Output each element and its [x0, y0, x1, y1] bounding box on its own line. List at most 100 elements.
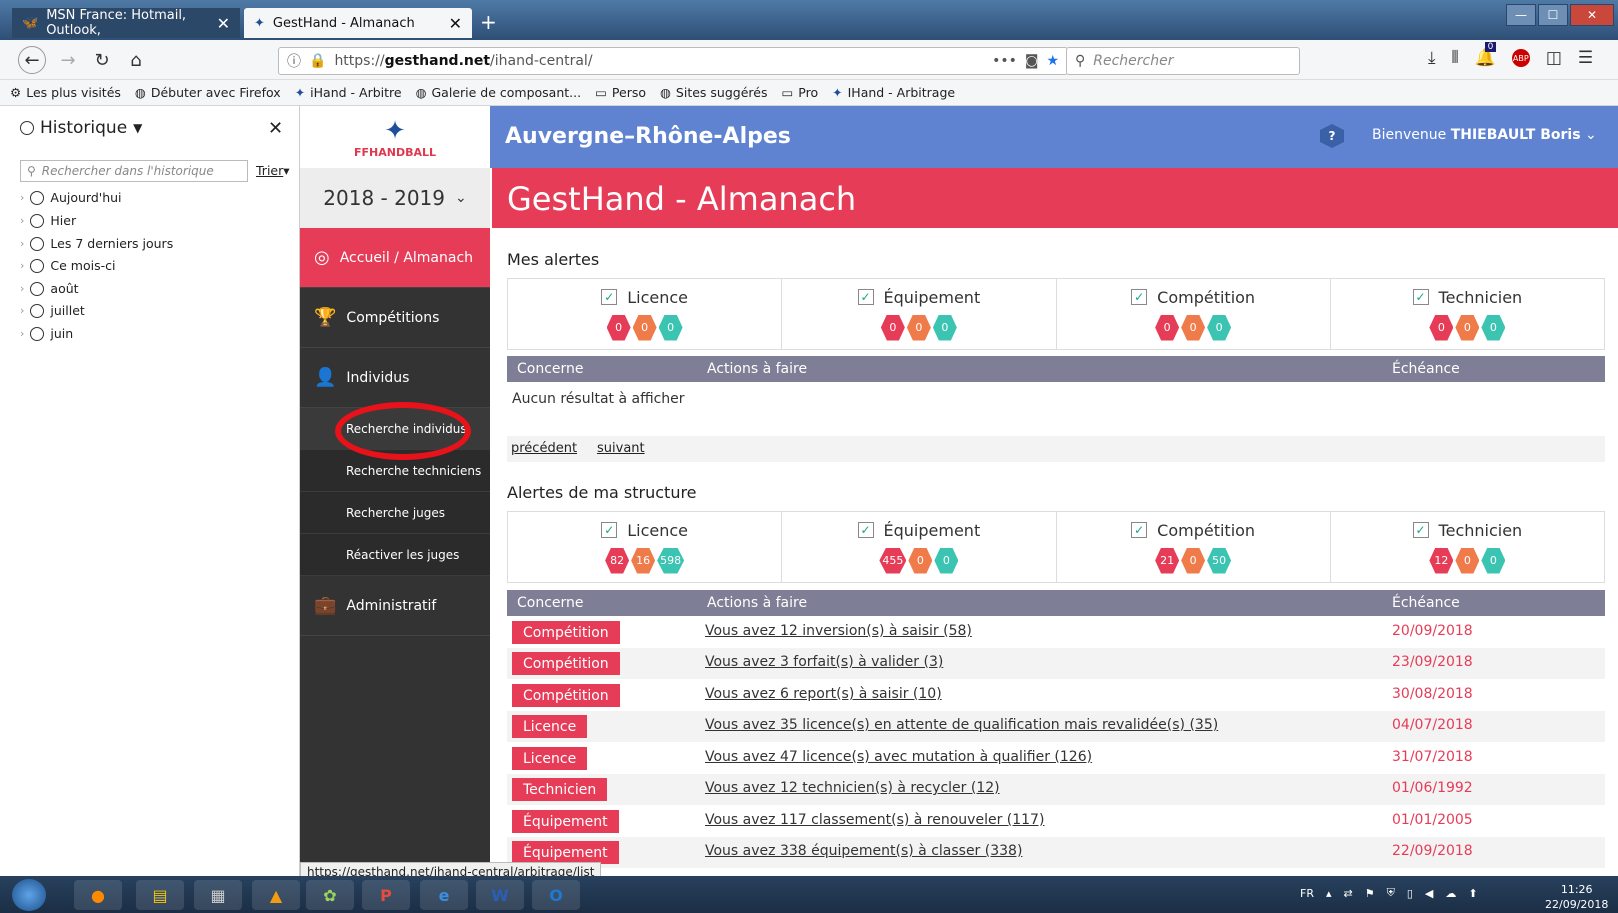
alert-cell-equipement[interactable]: ✓ Équipement 455 0 0 [782, 512, 1057, 582]
vlc-taskbar-icon[interactable]: ▲ [252, 880, 300, 910]
bookmark-suggested-sites[interactable]: ◍ Sites suggérés [660, 85, 767, 100]
next-link[interactable]: suivant [597, 441, 645, 456]
network-icon[interactable]: ⇄ [1344, 887, 1353, 900]
history-search-input[interactable]: ⚲ Rechercher dans l'historique [20, 160, 248, 182]
checkbox-icon[interactable]: ✓ [601, 289, 618, 305]
history-item[interactable]: › Les 7 derniers jours [20, 236, 173, 251]
url-bar[interactable]: ⓘ 🔒 https://gesthand.net/ihand-central/ … [278, 47, 1068, 75]
system-clock[interactable]: 11:26 22/09/2018 [1545, 882, 1608, 912]
alert-cell-competition[interactable]: ✓ Compétition 000 [1057, 279, 1331, 349]
alert-cell-technicien[interactable]: ✓ Technicien 12 0 0 [1331, 512, 1604, 582]
ffhandball-logo[interactable]: ✦ FFHANDBALL [300, 106, 490, 168]
volume-icon[interactable]: ◀ [1425, 887, 1433, 900]
outlook-taskbar-icon[interactable]: O [532, 880, 580, 910]
action-link[interactable]: Vous avez 35 licence(s) en attente de qu… [705, 717, 1218, 733]
home-icon[interactable]: ⌂ [122, 46, 150, 74]
nav-home[interactable]: ◎ Accueil / Almanach [300, 228, 490, 288]
checkbox-icon[interactable]: ✓ [1412, 522, 1429, 538]
action-link[interactable]: Vous avez 47 licence(s) avec mutation à … [705, 749, 1092, 765]
user-menu[interactable]: Bienvenue THIEBAULT Boris ⌄ [1372, 127, 1597, 143]
explorer-taskbar-icon[interactable]: ▤ [136, 880, 184, 910]
tab-msn[interactable]: 🦋 MSN France: Hotmail, Outlook, ✕ [12, 8, 240, 38]
bookmark-most-visited[interactable]: ⚙ Les plus visités [10, 85, 121, 100]
checkbox-icon[interactable]: ✓ [857, 289, 874, 305]
sidebar-toggle-icon[interactable]: ◫ [1546, 48, 1562, 68]
gear-icon: ⚙ [10, 85, 22, 100]
page-actions-icon[interactable]: ••• [992, 53, 1017, 69]
count-teal: 0 [932, 314, 957, 341]
new-tab-icon[interactable]: + [480, 10, 497, 34]
nav-competitions[interactable]: 🏆 Compétitions [300, 288, 490, 348]
season-selector[interactable]: 2018 - 2019 ⌄ [300, 168, 490, 228]
close-window-icon[interactable]: ✕ [1570, 4, 1614, 26]
action-link[interactable]: Vous avez 6 report(s) à saisir (10) [705, 686, 942, 702]
maximize-icon[interactable]: ☐ [1538, 4, 1568, 26]
menu-icon[interactable]: ☰ [1578, 48, 1593, 68]
alert-cell-licence[interactable]: ✓ Licence 000 [508, 279, 783, 349]
subnav-reactiver-juges[interactable]: Réactiver les juges [300, 534, 490, 576]
action-link[interactable]: Vous avez 117 classement(s) à renouveler… [705, 812, 1044, 828]
bookmark-folder-pro[interactable]: ▭ Pro [781, 85, 818, 100]
history-item[interactable]: › août [20, 281, 79, 296]
library-icon[interactable]: ⫴ [1452, 48, 1459, 68]
app-taskbar-icon[interactable]: ✿ [306, 880, 354, 910]
history-item[interactable]: › Hier [20, 213, 76, 228]
tab-gesthand[interactable]: ✦ GestHand - Almanach ✕ [244, 8, 472, 38]
checkbox-icon[interactable]: ✓ [1131, 522, 1148, 538]
history-header[interactable]: Historique ▼ [20, 118, 142, 138]
subnav-recherche-juges[interactable]: Recherche juges [300, 492, 490, 534]
checkbox-icon[interactable]: ✓ [1131, 289, 1148, 305]
browser-search-input[interactable]: ⚲ Rechercher [1066, 47, 1300, 75]
action-link[interactable]: Vous avez 12 inversion(s) à saisir (58) [705, 623, 972, 639]
bookmark-star-icon[interactable]: ★ [1046, 53, 1059, 69]
bookmark-folder-perso[interactable]: ▭ Perso [595, 85, 646, 100]
download-icon[interactable]: ⤓ [1428, 48, 1436, 68]
alert-cell-equipement[interactable]: ✓ Équipement 000 [782, 279, 1057, 349]
chevron-up-icon[interactable]: ▴ [1326, 887, 1332, 900]
security-icon[interactable]: ⛨ [1387, 886, 1395, 900]
prev-link[interactable]: précédent [511, 441, 577, 456]
checkbox-icon[interactable]: ✓ [601, 522, 618, 538]
reload-icon[interactable]: ↻ [88, 46, 116, 74]
word-taskbar-icon[interactable]: W [476, 880, 524, 910]
alert-cell-technicien[interactable]: ✓ Technicien 000 [1331, 279, 1604, 349]
history-item[interactable]: › Aujourd'hui [20, 190, 122, 205]
history-item[interactable]: › juin [20, 326, 73, 341]
flag-icon[interactable]: ⚑ [1365, 887, 1375, 900]
powerpoint-taskbar-icon[interactable]: P [362, 880, 410, 910]
onedrive-icon[interactable]: ☁ [1445, 887, 1456, 900]
bookmark-ihand-arbitre[interactable]: ✦ iHand - Arbitre [295, 85, 402, 100]
adblock-icon[interactable]: ABP [1511, 49, 1530, 67]
action-link[interactable]: Vous avez 12 technicien(s) à recycler (1… [705, 780, 1000, 796]
bookmark-galerie[interactable]: ◍ Galerie de composant... [416, 85, 582, 100]
calculator-taskbar-icon[interactable]: ▦ [194, 880, 242, 910]
ie-taskbar-icon[interactable]: e [420, 880, 468, 910]
nav-administratif[interactable]: 💼 Administratif [300, 576, 490, 636]
sort-button[interactable]: Trier▾ [256, 163, 290, 178]
info-icon[interactable]: ⓘ [287, 51, 301, 71]
bookmark-firefox-start[interactable]: ◍ Débuter avec Firefox [135, 85, 281, 100]
nav-individus[interactable]: 👤 Individus [300, 348, 490, 408]
start-button[interactable] [12, 879, 46, 911]
history-item[interactable]: › juillet [20, 303, 85, 318]
close-icon[interactable]: ✕ [268, 118, 283, 139]
checkbox-icon[interactable]: ✓ [1412, 289, 1429, 305]
battery-icon[interactable]: ▯ [1407, 887, 1413, 900]
bookmark-ihand-arbitrage[interactable]: ✦ IHand - Arbitrage [832, 85, 955, 100]
alert-cell-competition[interactable]: ✓ Compétition 21 0 50 [1057, 512, 1331, 582]
close-tab-icon[interactable]: ✕ [449, 14, 462, 33]
cloud-upload-icon[interactable]: ⬆ [1468, 887, 1477, 900]
back-icon[interactable]: ← [18, 46, 46, 74]
close-tab-icon[interactable]: ✕ [217, 14, 230, 33]
alert-cell-licence[interactable]: ✓ Licence 82 16 598 [508, 512, 783, 582]
language-indicator[interactable]: FR [1300, 887, 1314, 900]
action-link[interactable]: Vous avez 3 forfait(s) à valider (3) [705, 654, 943, 670]
minimize-icon[interactable]: — [1506, 4, 1536, 26]
action-link[interactable]: Vous avez 338 équipement(s) à classer (3… [705, 843, 1022, 859]
pocket-icon[interactable]: ◙ [1025, 53, 1039, 69]
notification-icon[interactable]: 🔔 0 [1475, 42, 1497, 68]
forward-icon[interactable]: → [54, 46, 82, 74]
firefox-taskbar-icon[interactable]: ● [74, 880, 122, 910]
history-item[interactable]: › Ce mois-ci [20, 258, 115, 273]
checkbox-icon[interactable]: ✓ [857, 522, 874, 538]
